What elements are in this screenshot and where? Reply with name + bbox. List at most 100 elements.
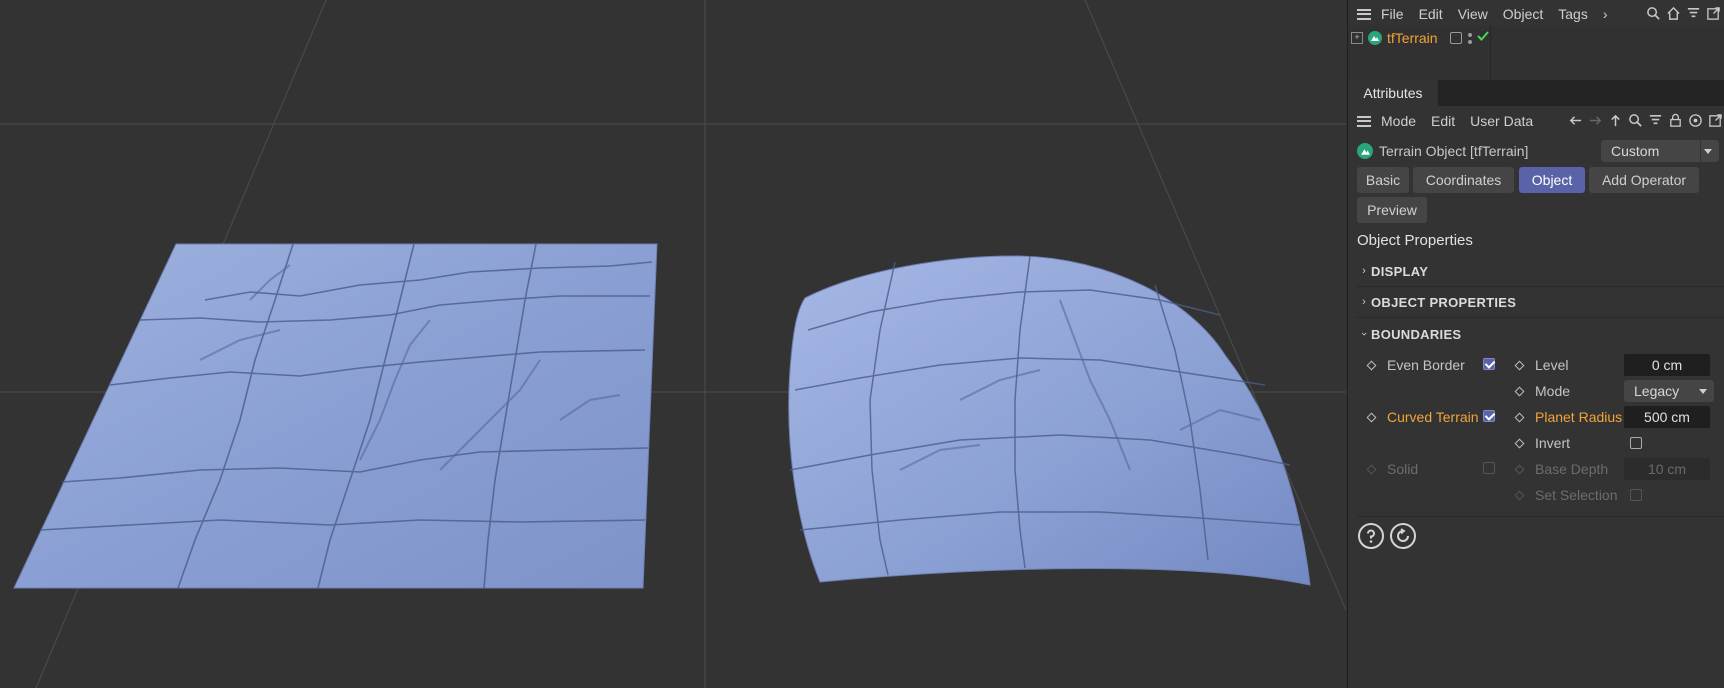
mode-value: Legacy [1634, 383, 1680, 399]
tab-add-operator[interactable]: Add Operator [1589, 167, 1699, 193]
chevron-right-icon: › [1362, 296, 1366, 308]
menu-mode[interactable]: Mode [1381, 113, 1416, 129]
menu-file[interactable]: File [1381, 6, 1404, 22]
param-set-selection-label: Set Selection [1535, 487, 1618, 503]
param-mode: Mode [1514, 380, 1571, 402]
keyframe-diamond-icon [1514, 464, 1525, 474]
param-level-label: Level [1535, 357, 1569, 373]
even-border-checkbox[interactable] [1483, 358, 1495, 370]
reset-button[interactable] [1390, 523, 1416, 549]
chevron-down-icon [1699, 389, 1707, 394]
menu-view[interactable]: View [1458, 6, 1488, 22]
group-boundaries[interactable]: › BOUNDARIES [1357, 319, 1724, 349]
expand-toggle-icon[interactable]: + [1351, 32, 1363, 44]
layer-icon[interactable] [1449, 32, 1462, 44]
param-planet-radius-label: Planet Radius [1535, 409, 1623, 425]
attr-search-icon[interactable] [1628, 113, 1643, 128]
terrain-object-icon [1368, 31, 1382, 45]
tab-coordinates[interactable]: Coordinates [1413, 167, 1514, 193]
keyframe-diamond-icon [1514, 490, 1525, 500]
keyframe-diamond-icon [1366, 464, 1377, 474]
param-curved-terrain: Curved Terrain [1366, 406, 1479, 428]
menu-more[interactable]: › [1603, 6, 1608, 22]
keyframe-diamond-icon[interactable] [1366, 412, 1377, 422]
forward-arrow-icon[interactable] [1588, 113, 1603, 128]
tab-object[interactable]: Object [1519, 167, 1585, 193]
tab-attributes[interactable]: Attributes [1348, 80, 1438, 106]
viewport-canvas [0, 0, 1346, 688]
chevron-down-icon: › [1358, 332, 1370, 336]
keyframe-diamond-icon[interactable] [1514, 386, 1525, 396]
keyframe-diamond-icon[interactable] [1514, 412, 1525, 422]
menu-edit[interactable]: Edit [1419, 6, 1443, 22]
mode-dropdown[interactable]: Legacy [1624, 380, 1714, 402]
attributes-menubar: Mode Edit User Data [1348, 109, 1724, 133]
level-input[interactable]: 0 cm [1624, 354, 1710, 376]
param-solid: Solid [1366, 458, 1419, 480]
menu-user-data[interactable]: User Data [1470, 113, 1533, 129]
tab-preview[interactable]: Preview [1357, 197, 1427, 223]
menu-object[interactable]: Object [1503, 6, 1543, 22]
param-level: Level [1514, 354, 1569, 376]
group-boundaries-title: BOUNDARIES [1371, 326, 1462, 342]
terrain-header-icon [1357, 143, 1373, 159]
flat-terrain-mesh [13, 243, 658, 589]
home-icon[interactable] [1666, 6, 1681, 21]
right-panel: File Edit View Object Tags › + tfTerrain… [1347, 0, 1724, 688]
hamburger-menu-icon[interactable] [1357, 8, 1371, 20]
search-icon[interactable] [1646, 6, 1661, 21]
manager-tab-strip: Attributes [1348, 80, 1724, 106]
curved-terrain-checkbox[interactable] [1483, 410, 1495, 422]
attr-filter-icon[interactable] [1648, 113, 1663, 128]
param-even-border: Even Border [1366, 354, 1465, 376]
curved-terrain-mesh [788, 255, 1311, 586]
object-manager-menubar: File Edit View Object Tags › [1348, 2, 1724, 26]
keyframe-diamond-icon[interactable] [1514, 438, 1525, 448]
set-selection-checkbox [1630, 489, 1642, 501]
3d-viewport[interactable] [0, 0, 1346, 688]
param-solid-label: Solid [1387, 461, 1419, 477]
target-icon[interactable] [1688, 113, 1703, 128]
preset-dropdown-divider [1700, 140, 1701, 162]
param-base-depth: Base Depth [1514, 458, 1608, 480]
up-arrow-icon[interactable] [1608, 113, 1623, 128]
section-title: Object Properties [1357, 232, 1473, 249]
lock-icon[interactable] [1668, 113, 1683, 128]
param-set-selection: Set Selection [1514, 484, 1618, 506]
attributes-hamburger-icon[interactable] [1357, 115, 1371, 127]
visibility-dots-icon[interactable] [1467, 32, 1472, 44]
group-object-properties-title: OBJECT PROPERTIES [1371, 294, 1517, 310]
group-object-properties[interactable]: › OBJECT PROPERTIES [1357, 287, 1724, 318]
preset-value: Custom [1611, 143, 1660, 159]
object-row-tfterrain[interactable]: + tfTerrain [1348, 28, 1724, 48]
menu-tags[interactable]: Tags [1558, 6, 1588, 22]
param-curved-terrain-label: Curved Terrain [1387, 409, 1479, 425]
param-planet-radius: Planet Radius [1514, 406, 1623, 428]
base-depth-input: 10 cm [1624, 458, 1710, 480]
preset-dropdown[interactable]: Custom [1601, 140, 1719, 162]
chevron-right-icon: › [1362, 265, 1366, 277]
menu-attr-edit[interactable]: Edit [1431, 113, 1455, 129]
param-invert-label: Invert [1535, 435, 1571, 451]
object-header-title: Terrain Object [tfTerrain] [1379, 143, 1529, 159]
group-display-title: DISPLAY [1371, 263, 1429, 279]
divider [1357, 516, 1724, 517]
keyframe-diamond-icon[interactable] [1366, 360, 1377, 370]
object-name[interactable]: tfTerrain [1387, 30, 1438, 46]
invert-checkbox[interactable] [1630, 437, 1642, 449]
group-display[interactable]: › DISPLAY [1357, 256, 1724, 287]
popout-icon[interactable] [1708, 113, 1723, 128]
back-arrow-icon[interactable] [1568, 113, 1583, 128]
reset-icon [1397, 528, 1409, 542]
enabled-checkmark-icon[interactable] [1476, 29, 1489, 47]
param-even-border-label: Even Border [1387, 357, 1465, 373]
new-window-icon[interactable] [1706, 6, 1721, 21]
param-mode-label: Mode [1535, 383, 1571, 399]
solid-checkbox [1483, 462, 1495, 474]
help-button[interactable] [1358, 523, 1384, 549]
filter-icon[interactable] [1686, 6, 1701, 21]
planet-radius-input[interactable]: 500 cm [1624, 406, 1710, 428]
tab-basic[interactable]: Basic [1357, 167, 1409, 193]
param-invert: Invert [1514, 432, 1571, 454]
keyframe-diamond-icon[interactable] [1514, 360, 1525, 370]
